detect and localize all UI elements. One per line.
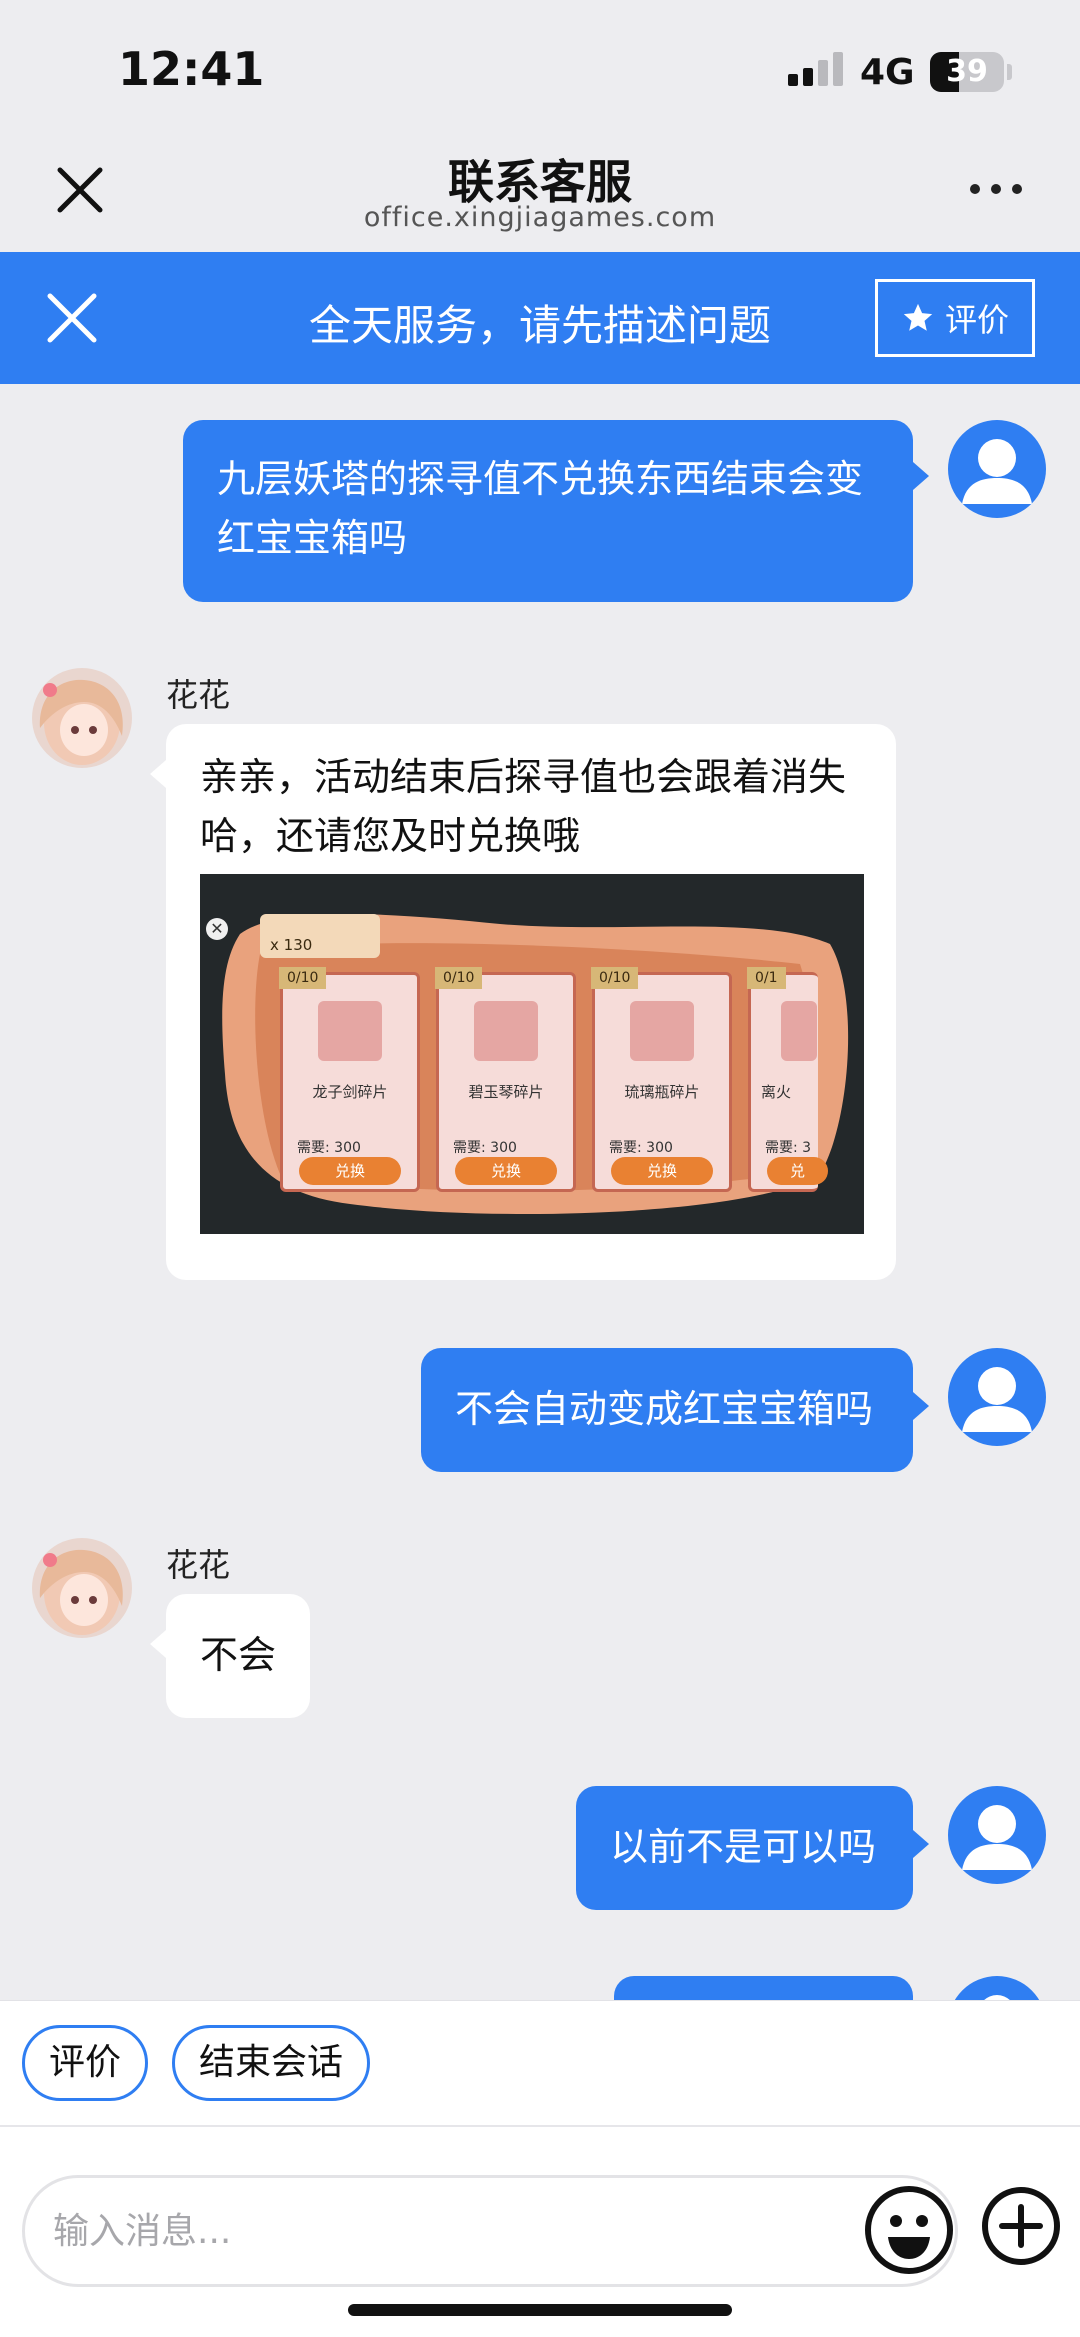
message-line: 哈，还请您及时兑换哦	[200, 814, 581, 858]
network-label: 4G	[860, 52, 915, 93]
exchange-button[interactable]: 兑换	[611, 1157, 713, 1185]
item-cost: 需要: 300	[453, 1140, 517, 1156]
user-message-bubble: 以前不是可以吗	[576, 1786, 913, 1910]
status-bar: 12:41 4G 39	[0, 0, 1080, 130]
exchange-card: 0/10 碧玉琴碎片 需要: 300 兑换	[435, 967, 576, 1192]
rate-chip[interactable]: 评价	[22, 2025, 149, 2101]
rate-button-label: 评价	[944, 301, 1009, 339]
limit-badge: 0/10	[279, 967, 327, 989]
exchange-button[interactable]: 兑换	[299, 1157, 401, 1185]
item-icon	[630, 1001, 694, 1061]
quick-actions-bar: 评价 结束会话	[0, 2000, 1080, 2125]
exchange-card: 0/10 琉璃瓶碎片 需要: 300 兑换	[591, 967, 732, 1192]
item-name: 琉璃瓶碎片	[624, 1083, 700, 1101]
user-message-bubble: 九层妖塔的探寻值不兑换东西结束会变 红宝宝箱吗	[183, 420, 913, 602]
item-icon	[474, 1001, 538, 1061]
message-line: 以前不是可以吗	[610, 1825, 877, 1869]
message-line: 红宝宝箱吗	[217, 516, 408, 560]
emoji-icon[interactable]	[860, 2181, 958, 2279]
game-screenshot[interactable]: x 130 ✕ 0/10 龙子剑碎片 需要: 300 兑换 0/10 碧玉琴碎片…	[200, 874, 864, 1234]
currency-count: x 130	[270, 936, 313, 954]
message-input[interactable]	[22, 2175, 958, 2287]
limit-badge: 0/10	[591, 967, 639, 989]
item-name: 离火	[761, 1083, 792, 1101]
agent-avatar	[32, 1538, 132, 1638]
item-cost: 需要: 300	[609, 1140, 673, 1156]
rate-button[interactable]: 评价	[875, 279, 1035, 357]
page-url: office.xingjiagames.com	[363, 202, 717, 233]
nav-bar: 联系客服 office.xingjiagames.com	[0, 130, 1080, 252]
bubble-tail	[150, 760, 166, 788]
item-icon	[781, 1001, 817, 1061]
exchange-button[interactable]: 兑	[767, 1157, 828, 1185]
message-line: 亲亲，活动结束后探寻值也会跟着消失	[200, 755, 847, 799]
limit-badge: 0/1	[747, 967, 786, 989]
user-message-bubble: 不会自动变成红宝宝箱吗	[421, 1348, 913, 1472]
user-avatar	[948, 1976, 1046, 2000]
item-icon	[318, 1001, 382, 1061]
bubble-tail	[913, 1830, 929, 1858]
battery-icon: 39	[930, 52, 1004, 92]
input-bar	[0, 2125, 1080, 2337]
bubble-tail	[913, 462, 929, 490]
agent-name: 花花	[166, 676, 231, 714]
user-message-bubble-partial	[614, 1976, 913, 2000]
item-cost: 需要: 3	[765, 1140, 812, 1156]
limit-badge: 0/10	[435, 967, 483, 989]
bubble-tail	[150, 1630, 166, 1658]
signal-icon	[788, 52, 843, 86]
home-indicator	[348, 2304, 732, 2316]
message-line: 不会	[200, 1633, 277, 1677]
status-time: 12:41	[118, 42, 265, 96]
agent-name: 花花	[166, 1546, 231, 1584]
bubble-tail	[913, 1392, 929, 1420]
app-root: 12:41 4G 39 联系客服 office.xingjiagames.com…	[0, 0, 1080, 2337]
agent-message-bubble: 不会	[166, 1594, 310, 1718]
more-icon[interactable]	[970, 174, 1034, 204]
item-name: 龙子剑碎片	[312, 1083, 388, 1101]
user-avatar	[948, 1786, 1046, 1884]
exchange-card: 0/10 龙子剑碎片 需要: 300 兑换	[279, 967, 420, 1192]
message-line: 九层妖塔的探寻值不兑换东西结束会变	[217, 457, 864, 501]
star-icon	[903, 303, 933, 331]
end-session-chip[interactable]: 结束会话	[172, 2025, 371, 2101]
item-cost: 需要: 300	[297, 1140, 361, 1156]
battery-tip	[1007, 64, 1012, 80]
chat-area[interactable]: 九层妖塔的探寻值不兑换东西结束会变 红宝宝箱吗 花花 亲亲，活动结束后探寻值也会…	[0, 384, 1080, 2000]
battery-percent: 39	[946, 54, 988, 89]
item-name: 碧玉琴碎片	[468, 1083, 544, 1101]
close-icon[interactable]: ✕	[206, 918, 228, 940]
user-avatar	[948, 1348, 1046, 1446]
agent-avatar	[32, 668, 132, 768]
plus-icon[interactable]	[980, 2185, 1062, 2267]
user-avatar	[948, 420, 1046, 518]
exchange-card: 0/1 离火 需要: 3 兑	[747, 967, 828, 1192]
exchange-button[interactable]: 兑换	[455, 1157, 557, 1185]
service-header: 全天服务，请先描述问题 评价	[0, 252, 1080, 384]
message-line: 不会自动变成红宝宝箱吗	[455, 1387, 874, 1431]
